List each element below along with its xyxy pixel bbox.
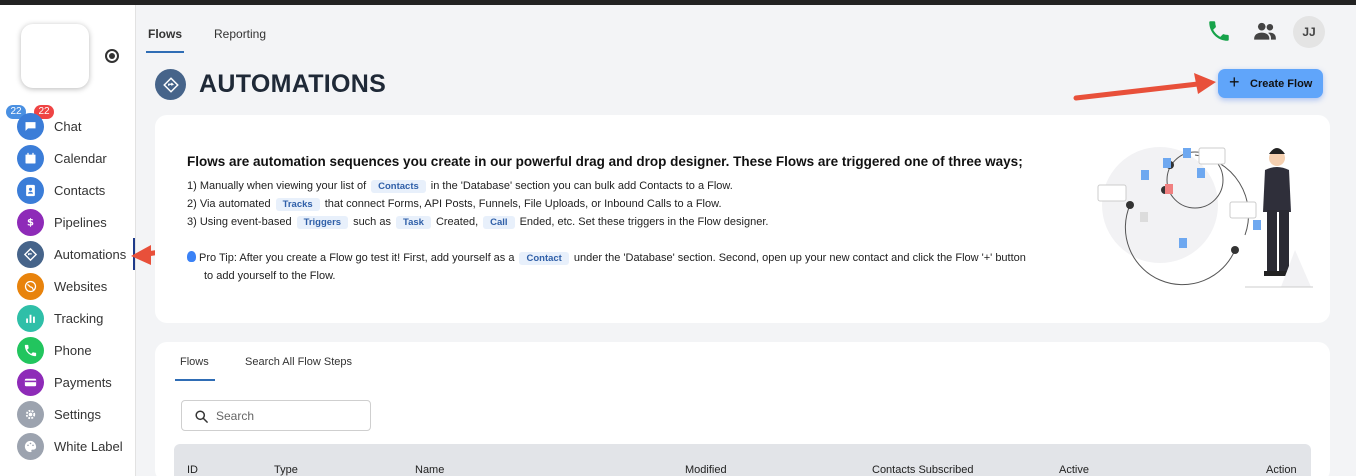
sidebar-item-label: White Label: [54, 438, 123, 454]
sidebar-item-payments[interactable]: Payments: [0, 366, 135, 398]
search-field[interactable]: [181, 400, 371, 431]
sidebar-item-label: Chat: [54, 118, 82, 134]
sidebar-item-contacts[interactable]: Contacts: [0, 174, 135, 206]
info-text: Ended, etc. Set these triggers in the Fl…: [519, 216, 769, 228]
info-line-3: 3) Using event-based Triggers such as Task C…: [187, 216, 768, 229]
sidebar-item-label: Settings: [54, 406, 101, 422]
contact-chip[interactable]: Contact: [519, 252, 569, 265]
sidebar-item-label: Phone: [54, 342, 92, 358]
users-icon[interactable]: [1252, 18, 1278, 44]
info-line-2: 2) Via automated Tracks that connect Forms…: [187, 198, 722, 211]
info-text: 3) Using event-based: [187, 216, 292, 228]
pro-tip-continued: to add yourself to the Flow.: [204, 270, 336, 282]
gear-icon: [17, 400, 44, 428]
sidebar-item-websites[interactable]: Websites: [0, 270, 135, 302]
info-text: that connect Forms, API Posts, Funnels, …: [324, 198, 722, 210]
plus-icon: +: [1229, 72, 1240, 92]
window-top-border: [0, 0, 1356, 5]
chart-icon: [17, 304, 44, 332]
column-id[interactable]: ID: [187, 464, 198, 476]
info-line-1: 1) Manually when viewing your list of Con…: [187, 180, 733, 193]
column-action[interactable]: Action: [1266, 464, 1297, 476]
sidebar-item-label: Websites: [54, 278, 108, 294]
lightbulb-icon: [187, 251, 196, 262]
phone-call-icon[interactable]: [1206, 18, 1232, 44]
contacts-icon: [17, 176, 44, 204]
triggers-chip[interactable]: Triggers: [296, 216, 349, 229]
search-input[interactable]: [216, 407, 366, 425]
dollar-icon: $: [17, 208, 44, 236]
sidebar-item-label: Tracking: [54, 310, 104, 326]
sidebar-item-chat[interactable]: Chat: [0, 110, 135, 142]
automation-title-icon: [155, 69, 186, 100]
info-text: 2) Via automated: [187, 198, 271, 210]
info-text: 1) Manually when viewing your list of: [187, 180, 367, 192]
company-logo[interactable]: [21, 24, 89, 88]
sidebar-item-settings[interactable]: Settings: [0, 398, 135, 430]
sidebar-item-label: Calendar: [54, 150, 107, 166]
pro-tip: Pro Tip: After you create a Flow go test…: [187, 251, 1026, 265]
column-name[interactable]: Name: [415, 464, 444, 476]
page-title: AUTOMATIONS: [199, 70, 387, 98]
sidebar-item-automations[interactable]: Automations: [0, 238, 135, 270]
palette-icon: [17, 432, 44, 460]
tracks-chip[interactable]: Tracks: [275, 198, 320, 211]
task-chip[interactable]: Task: [395, 216, 431, 229]
table-header: ID Type Name Modified Contacts Subscribe…: [174, 444, 1311, 476]
tab-reporting[interactable]: Reporting: [214, 27, 266, 41]
contacts-chip[interactable]: Contacts: [371, 180, 426, 193]
flows-card: Flows Search All Flow Steps ID Type Name…: [155, 342, 1330, 476]
sidebar: 22 22 Chat Calendar Contacts $ Pipelines Auto…: [0, 5, 136, 476]
tab-flows[interactable]: Flows: [145, 27, 185, 53]
info-heading: Flows are automation sequences you creat…: [187, 154, 1023, 169]
column-active[interactable]: Active: [1059, 464, 1089, 476]
tip-text: Pro Tip: After you create a Flow go test…: [199, 252, 515, 264]
search-icon: [195, 410, 208, 423]
user-avatar[interactable]: JJ: [1293, 16, 1325, 48]
annotation-arrow-create-flow: [1073, 73, 1216, 101]
sidebar-item-label: Automations: [54, 246, 127, 262]
info-text: such as: [353, 216, 391, 228]
sidebar-item-phone[interactable]: Phone: [0, 334, 135, 366]
sidebar-item-label: Pipelines: [54, 214, 107, 230]
call-chip[interactable]: Call: [483, 216, 515, 229]
column-contacts-subscribed[interactable]: Contacts Subscribed: [872, 464, 974, 476]
sidebar-item-tracking[interactable]: Tracking: [0, 302, 135, 334]
info-text: Created,: [435, 216, 479, 228]
automation-icon: [17, 240, 44, 268]
status-radio-icon[interactable]: [105, 49, 119, 63]
sidebar-item-label: Payments: [54, 374, 112, 390]
sidebar-item-label: Contacts: [54, 182, 106, 198]
phone-icon: [17, 336, 44, 364]
tab-flows-list[interactable]: Flows: [175, 356, 215, 381]
sidebar-item-white-label[interactable]: White Label: [0, 430, 135, 462]
info-card: Flows are automation sequences you creat…: [155, 115, 1330, 323]
column-type[interactable]: Type: [274, 464, 298, 476]
globe-icon: [17, 272, 44, 300]
automation-illustration: [1097, 147, 1313, 288]
calendar-icon: [17, 144, 44, 172]
create-flow-button[interactable]: + Create Flow: [1218, 69, 1323, 98]
tip-text: under the 'Database' section. Second, op…: [573, 252, 1026, 264]
sidebar-item-pipelines[interactable]: $ Pipelines: [0, 206, 135, 238]
create-flow-label: Create Flow: [1250, 78, 1313, 90]
svg-text:$: $: [27, 217, 34, 228]
card-icon: [17, 368, 44, 396]
tab-search-flow-steps[interactable]: Search All Flow Steps: [245, 356, 352, 368]
column-modified[interactable]: Modified: [685, 464, 727, 476]
chat-icon: [17, 112, 44, 140]
sidebar-item-calendar[interactable]: Calendar: [0, 142, 135, 174]
info-text: in the 'Database' section you can bulk a…: [430, 180, 733, 192]
